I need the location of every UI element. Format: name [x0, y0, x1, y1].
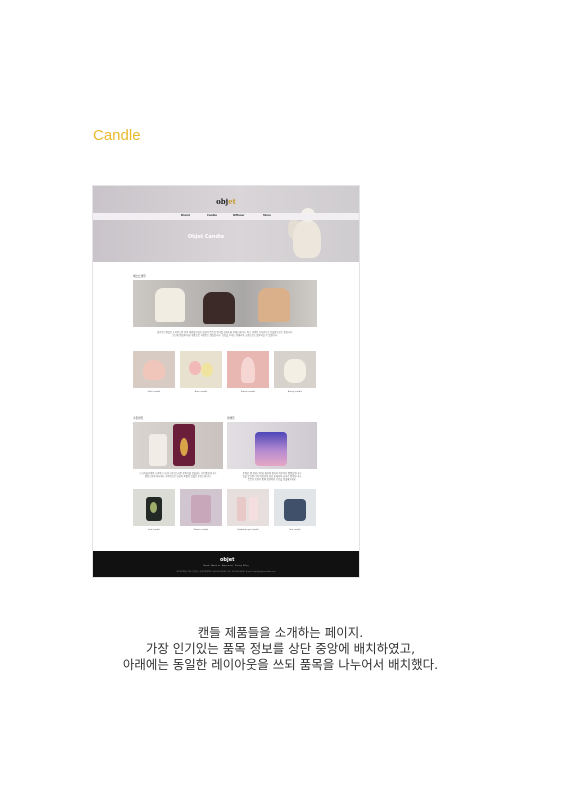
best-caption: 클라우드캔들은 소이왁스와 천연 에센셜오일로 만들어 은은한 향기를 오래도록…	[157, 331, 293, 337]
site-nav: Brand Candle Diffuser Store	[93, 213, 359, 220]
gel-caption: 투명한 젤 속에 다양한 컬러와 장식이 어우러진 젤캔들입니다. 빛을 받으면…	[242, 472, 302, 481]
page-description: 캔들 제품들을 소개하는 페이지. 가장 인기있는 품목 정보를 상단 중앙에 …	[0, 625, 561, 673]
product-name-8: Sea candle	[289, 529, 301, 531]
gel-label: 젤캔들	[227, 416, 235, 420]
description-line-3: 아래에는 동일한 레이아웃을 쓰되 품목을 나누어서 배치했다.	[122, 657, 439, 672]
product-name-2: Rose candle	[194, 391, 208, 393]
page-heading: Candle	[93, 127, 141, 144]
footer-links[interactable]: Brand · About us · Agreement · Privacy P…	[93, 565, 359, 567]
hero-banner: objet Brand Candle Diffuser Store Objet …	[93, 186, 359, 262]
product-thumb-6[interactable]	[180, 489, 222, 526]
footer-info: 오브제 캔들 | 대표: 홍길동 | 사업자등록번호: 000-00-00000…	[176, 571, 276, 573]
product-thumb-2[interactable]	[180, 351, 222, 388]
garden-label: 가든캔들	[133, 416, 144, 420]
product-name-6: Flower candle	[193, 529, 209, 531]
description-line-1: 캔들 제품들을 소개하는 페이지.	[197, 625, 364, 640]
product-name-3: Statue candle	[240, 391, 256, 393]
site-footer: objet Brand · About us · Agreement · Pri…	[93, 551, 359, 577]
product-name-4: Bunny candle	[287, 391, 303, 393]
product-thumb-1[interactable]	[133, 351, 175, 388]
garden-caption: 드라이플라워와 소이왁스가 만나 자연스러운 분위기를 연출하는 가든캔들입니다…	[139, 472, 217, 478]
site-logo[interactable]: objet	[93, 197, 359, 206]
product-thumb-7[interactable]	[227, 489, 269, 526]
product-thumb-5[interactable]	[133, 489, 175, 526]
nav-diffuser[interactable]: Diffuser	[233, 214, 245, 217]
gel-candle-photo	[227, 422, 317, 469]
product-thumb-8[interactable]	[274, 489, 316, 526]
product-name-1: Shell candle	[147, 391, 161, 393]
nav-store[interactable]: Store	[263, 214, 271, 217]
product-name-5: Leaf candle	[148, 529, 160, 531]
footer-logo: objet	[220, 557, 235, 563]
nav-brand[interactable]: Brand	[181, 214, 190, 217]
nav-candle[interactable]: Candle	[207, 214, 217, 217]
best-candle-photo	[133, 280, 317, 327]
garden-candle-photo	[133, 422, 223, 469]
website-mockup: objet Brand Candle Diffuser Store Objet …	[93, 186, 359, 577]
product-name-7: Gradation gel candle	[237, 529, 259, 531]
description-line-2: 가장 인기있는 품목 정보를 상단 중앙에 배치하였고,	[145, 641, 416, 656]
product-thumb-3[interactable]	[227, 351, 269, 388]
hero-title: Objet Candle	[187, 234, 225, 240]
best-label: 베스트캔들	[133, 274, 146, 278]
product-thumb-4[interactable]	[274, 351, 316, 388]
